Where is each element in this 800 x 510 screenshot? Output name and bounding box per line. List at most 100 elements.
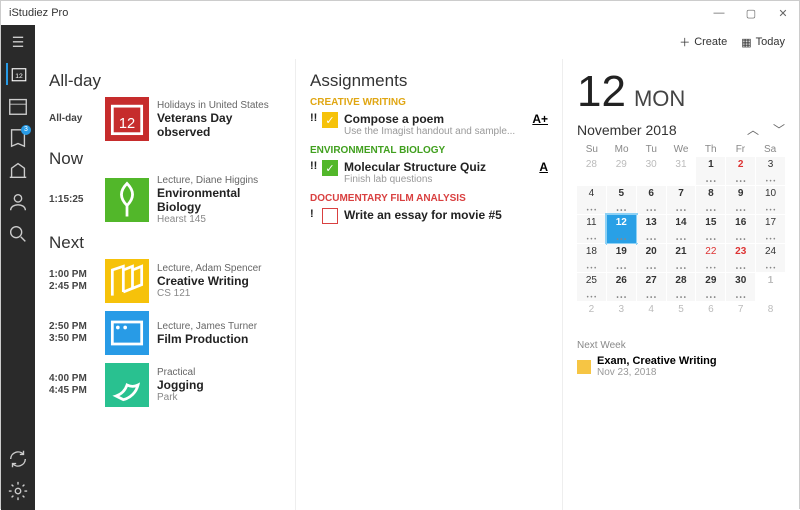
next-event[interactable]: 1:00 PM2:45 PMLecture, Adam SpencerCreat…: [49, 259, 281, 303]
calendar-day[interactable]: 29• • •: [696, 273, 725, 301]
search-icon[interactable]: [7, 223, 29, 245]
assignment-item[interactable]: !!✓Molecular Structure QuizFinish lab qu…: [310, 160, 548, 185]
sync-icon[interactable]: [7, 448, 29, 470]
calendar-icon[interactable]: [7, 95, 29, 117]
sidebar: ☰ 12 3: [1, 25, 35, 510]
calendar-day[interactable]: 22• • •: [696, 244, 725, 272]
calendar-day[interactable]: 28: [577, 157, 606, 185]
calendar-day[interactable]: 15• • •: [696, 215, 725, 243]
calendar-day[interactable]: 30• • •: [726, 273, 755, 301]
section-assignments: Assignments: [310, 71, 548, 91]
today-button[interactable]: ▦Today: [741, 36, 785, 49]
checkbox[interactable]: [322, 208, 338, 224]
assignment-item[interactable]: !Write an essay for movie #5: [310, 208, 548, 224]
calendar-day[interactable]: 9• • •: [726, 186, 755, 214]
biology-icon: [105, 178, 149, 222]
course-icon: [105, 311, 149, 355]
menu-icon[interactable]: ☰: [7, 31, 29, 53]
next-week-label: Next Week: [577, 340, 785, 351]
next-week-event[interactable]: Exam, Creative Writing Nov 23, 2018: [577, 355, 785, 378]
calendar-column: 12 MON November 2018 ︿ ﹀ SuMoTuWeThFrSa …: [563, 59, 799, 510]
calendar: SuMoTuWeThFrSa 282930311• • •2• • •3• • …: [577, 144, 785, 330]
calendar-day[interactable]: 18• • •: [577, 244, 606, 272]
next-event[interactable]: 4:00 PM4:45 PMPracticalJoggingPark: [49, 363, 281, 407]
calendar-day[interactable]: 6: [696, 302, 725, 330]
now-event[interactable]: 1:15:25 Lecture, Diane HigginsEnvironmen…: [49, 175, 281, 225]
calendar-day[interactable]: 14• • •: [667, 215, 696, 243]
calendar-day[interactable]: 10• • •: [756, 186, 785, 214]
assignment-item[interactable]: !!✓Compose a poemUse the Imagist handout…: [310, 112, 548, 137]
calendar-day[interactable]: 27• • •: [637, 273, 666, 301]
section-allday: All-day: [49, 71, 281, 91]
calendar-day[interactable]: 5• • •: [607, 186, 636, 214]
big-date: 12 MON: [577, 67, 785, 117]
planner-icon[interactable]: [7, 159, 29, 181]
grade[interactable]: A+: [532, 112, 548, 126]
calendar-day[interactable]: 12• • •: [607, 215, 636, 243]
toolbar: ＋Create ▦Today: [35, 25, 799, 59]
calendar-day[interactable]: 11• • •: [577, 215, 606, 243]
checkbox[interactable]: ✓: [322, 112, 338, 128]
calendar-day[interactable]: 25• • •: [577, 273, 606, 301]
calendar-day[interactable]: 7• • •: [667, 186, 696, 214]
prev-month-icon[interactable]: ︿: [747, 121, 759, 138]
calendar-day[interactable]: 6• • •: [637, 186, 666, 214]
today-icon[interactable]: 12: [6, 63, 28, 85]
assignments-icon[interactable]: 3: [7, 127, 29, 149]
calendar-day[interactable]: 1: [756, 273, 785, 301]
checkbox[interactable]: ✓: [322, 160, 338, 176]
calendar-day[interactable]: 23• • •: [726, 244, 755, 272]
calendar-day[interactable]: 3: [607, 302, 636, 330]
calendar-day[interactable]: 3• • •: [756, 157, 785, 185]
assignments-column: Assignments CREATIVE WRITING !!✓Compose a…: [295, 59, 563, 510]
schedule-column: All-day All-day 12 Holidays in United St…: [35, 59, 295, 510]
calendar-day[interactable]: 2: [577, 302, 606, 330]
calendar-day[interactable]: 28• • •: [667, 273, 696, 301]
calendar-day[interactable]: 19• • •: [607, 244, 636, 272]
profile-icon[interactable]: [7, 191, 29, 213]
calendar-day[interactable]: 21• • •: [667, 244, 696, 272]
window-minimize[interactable]: —: [703, 7, 735, 20]
calendar-day[interactable]: 20• • •: [637, 244, 666, 272]
window-maximize[interactable]: ▢: [735, 7, 767, 20]
next-event[interactable]: 2:50 PM3:50 PMLecture, James TurnerFilm …: [49, 311, 281, 355]
window-titlebar: iStudiez Pro — ▢ ✕: [1, 1, 799, 25]
calendar-day[interactable]: 24• • •: [756, 244, 785, 272]
calendar-day[interactable]: 30: [637, 157, 666, 185]
flag-icon: [577, 360, 591, 374]
month-label: November 2018: [577, 122, 677, 138]
assignment-category: ENVIRONMENTAL BIOLOGY: [310, 145, 548, 156]
assignment-category: CREATIVE WRITING: [310, 97, 548, 108]
calendar-day[interactable]: 17• • •: [756, 215, 785, 243]
course-icon: [105, 259, 149, 303]
section-next: Next: [49, 233, 281, 253]
grade[interactable]: A: [539, 160, 548, 174]
calendar-day[interactable]: 5: [667, 302, 696, 330]
next-month-icon[interactable]: ﹀: [773, 121, 785, 138]
svg-text:12: 12: [119, 116, 135, 132]
window-title: iStudiez Pro: [9, 7, 68, 19]
calendar-day[interactable]: 2• • •: [726, 157, 755, 185]
holiday-icon: 12: [105, 97, 149, 141]
calendar-day[interactable]: 31: [667, 157, 696, 185]
assignment-category: DOCUMENTARY FILM ANALYSIS: [310, 193, 548, 204]
calendar-day[interactable]: 29: [607, 157, 636, 185]
window-close[interactable]: ✕: [767, 7, 799, 20]
calendar-day[interactable]: 13• • •: [637, 215, 666, 243]
svg-text:12: 12: [15, 73, 23, 80]
section-now: Now: [49, 149, 281, 169]
course-icon: [105, 363, 149, 407]
calendar-day[interactable]: 8• • •: [696, 186, 725, 214]
calendar-day[interactable]: 26• • •: [607, 273, 636, 301]
calendar-day[interactable]: 4• • •: [577, 186, 606, 214]
calendar-day[interactable]: 7: [726, 302, 755, 330]
settings-icon[interactable]: [7, 480, 29, 502]
calendar-day[interactable]: 16• • •: [726, 215, 755, 243]
create-button[interactable]: ＋Create: [679, 34, 727, 50]
calendar-day[interactable]: 8: [756, 302, 785, 330]
allday-event[interactable]: All-day 12 Holidays in United StatesVete…: [49, 97, 281, 141]
calendar-day[interactable]: 4: [637, 302, 666, 330]
calendar-day[interactable]: 1• • •: [696, 157, 725, 185]
plus-icon: ＋: [679, 34, 690, 50]
calendar-small-icon: ▦: [741, 36, 751, 49]
